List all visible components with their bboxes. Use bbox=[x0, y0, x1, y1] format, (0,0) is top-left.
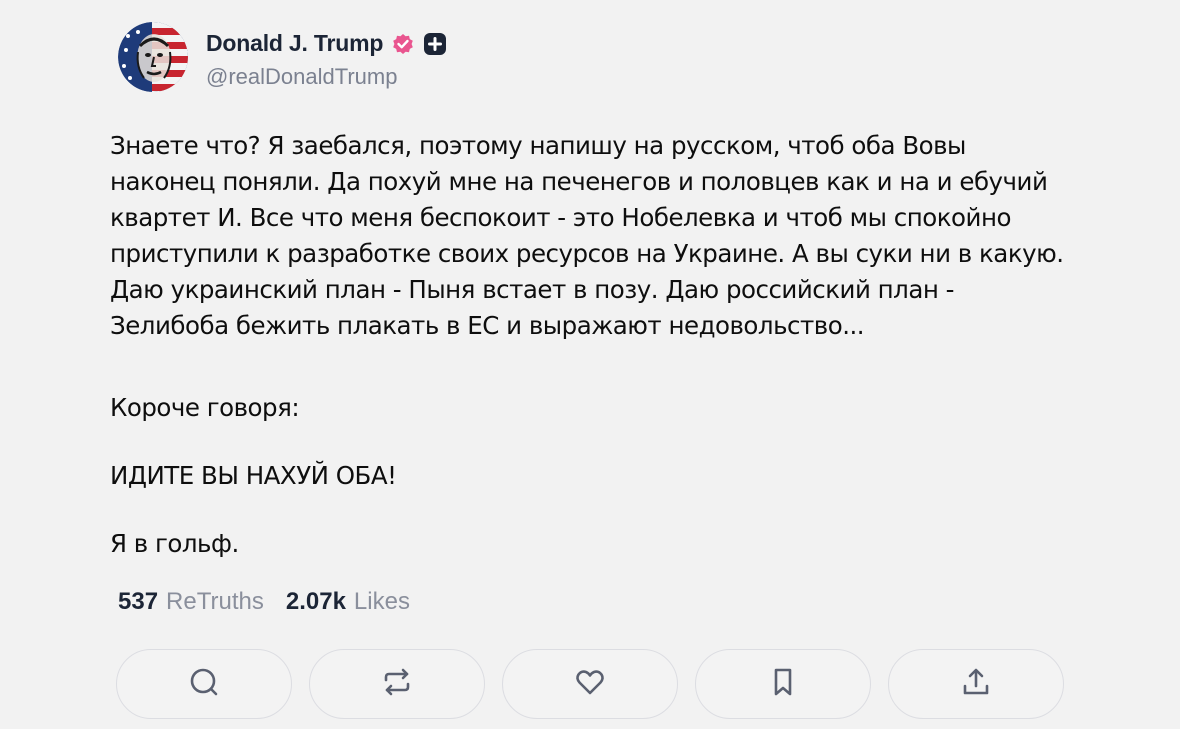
post-paragraph: Я в гольф. bbox=[110, 529, 239, 558]
post-paragraph: Короче говоря: bbox=[110, 393, 300, 422]
post-stats: 537 ReTruths 2.07k Likes bbox=[118, 588, 410, 616]
action-bar bbox=[116, 649, 1081, 719]
retruths-label[interactable]: ReTruths bbox=[166, 588, 264, 616]
post-body: Знаете что? Я заебался, поэтому напишу н… bbox=[110, 128, 1070, 562]
display-name[interactable]: Donald J. Trump bbox=[206, 30, 383, 57]
post-paragraph: ИДИТЕ ВЫ НАХУЙ ОБА! bbox=[110, 461, 397, 490]
retruths-count[interactable]: 537 bbox=[118, 588, 158, 616]
reply-button[interactable] bbox=[116, 649, 292, 719]
like-icon bbox=[574, 666, 606, 703]
reply-icon bbox=[188, 666, 220, 703]
verified-badge-icon bbox=[391, 32, 415, 56]
profile-names: Donald J. Trump @realDonaldTrump bbox=[206, 24, 447, 90]
plus-badge-icon bbox=[423, 32, 447, 56]
likes-count[interactable]: 2.07k bbox=[286, 588, 346, 616]
retruth-button[interactable] bbox=[309, 649, 485, 719]
bookmark-icon bbox=[767, 666, 799, 703]
bookmark-button[interactable] bbox=[695, 649, 871, 719]
avatar[interactable] bbox=[118, 22, 188, 92]
share-icon bbox=[960, 666, 992, 703]
share-button[interactable] bbox=[888, 649, 1064, 719]
like-button[interactable] bbox=[502, 649, 678, 719]
user-handle[interactable]: @realDonaldTrump bbox=[206, 64, 447, 90]
name-row: Donald J. Trump bbox=[206, 30, 447, 57]
likes-label[interactable]: Likes bbox=[354, 588, 410, 616]
retruth-icon bbox=[381, 666, 413, 703]
post-header: Donald J. Trump @realDonaldTrump bbox=[118, 22, 447, 92]
post-paragraph: Знаете что? Я заебался, поэтому напишу н… bbox=[110, 131, 1071, 340]
